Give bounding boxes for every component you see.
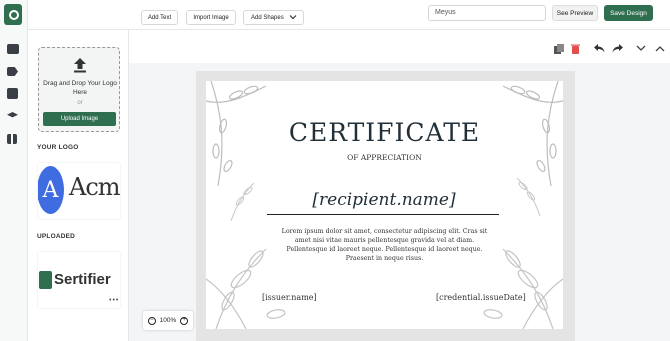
logo-drop-zone[interactable]: Drag and Drop Your Logo Here or Upload I…	[38, 47, 120, 132]
image-icon[interactable]	[7, 88, 18, 99]
body-line: amet nisi vitae mauris pellentesque grav…	[294, 237, 475, 244]
move-down-chevron-icon[interactable]	[635, 43, 646, 54]
recipient-underline	[267, 214, 499, 215]
drop-text: Drag and Drop Your Logo Here	[43, 80, 117, 96]
editor-toolbar	[129, 30, 670, 63]
issuer-name-field[interactable]: [issuer.name]	[262, 293, 317, 302]
floral-sprig-left-icon	[230, 182, 255, 221]
uploaded-heading: UPLOADED	[37, 233, 76, 240]
search-input[interactable]: Meyus	[428, 5, 546, 21]
body-line: Lorem ipsum dolor sit amet, consectetur …	[281, 228, 488, 235]
zoom-in-icon[interactable]: +	[180, 316, 189, 325]
chevron-down-icon	[289, 13, 297, 23]
zoom-level: 100%	[159, 317, 177, 324]
certificate-title[interactable]: CERTIFICATE	[206, 118, 563, 147]
upload-arrow-icon	[73, 57, 87, 75]
grid-icon[interactable]	[7, 134, 17, 144]
your-logo-card[interactable]: A Acme	[38, 163, 120, 219]
add-shapes-dropdown[interactable]: Add Shapes	[243, 10, 304, 25]
certificate-subtitle[interactable]: OF APPRECIATION	[206, 153, 563, 162]
layers-icon[interactable]	[7, 112, 18, 118]
move-up-chevron-icon[interactable]	[654, 43, 665, 54]
add-shapes-label: Add Shapes	[251, 14, 284, 21]
see-preview-button[interactable]: See Preview	[552, 5, 598, 21]
certificate-body-text[interactable]: Lorem ipsum dolor sit amet, consectetur …	[276, 227, 493, 263]
certificate-design[interactable]: CERTIFICATE OF APPRECIATION [recipient.n…	[206, 81, 563, 329]
delete-icon[interactable]	[570, 43, 581, 54]
recipient-name-field[interactable]: [recipient.name]	[271, 190, 497, 210]
tag-icon[interactable]	[7, 67, 18, 76]
duplicate-icon[interactable]	[553, 43, 564, 54]
save-design-button[interactable]: Save Design	[604, 5, 653, 21]
zoom-control: − 100% +	[143, 311, 193, 330]
or-text: or	[77, 100, 83, 106]
sertifier-logo-text: Sertifier	[54, 271, 111, 288]
upload-image-button[interactable]: Upload Image	[43, 112, 116, 126]
body-line: Praesent in neque risus.	[345, 255, 424, 262]
sertifier-logo-icon[interactable]	[4, 4, 22, 25]
redo-icon[interactable]	[612, 43, 623, 54]
uploaded-logo-card[interactable]: Sertifier •••	[38, 252, 120, 308]
acme-logo-mark: A	[38, 166, 64, 214]
certificate-icon[interactable]	[7, 44, 19, 54]
floral-sprig-right-icon	[516, 177, 541, 216]
add-text-button[interactable]: Add Text	[141, 10, 178, 25]
sertifier-mark-icon	[39, 271, 52, 289]
icon-rail	[0, 0, 28, 341]
credential-issue-date-field[interactable]: [credential.issueDate]	[436, 293, 526, 302]
import-image-button[interactable]: Import Image	[186, 10, 236, 25]
body-line: Pellentesque id laoreet neque. Pellentes…	[286, 246, 483, 253]
acme-logo-text: Acme	[69, 173, 120, 201]
zoom-out-icon[interactable]: −	[147, 316, 156, 325]
your-logo-heading: YOUR LOGO	[37, 144, 79, 151]
more-options-icon[interactable]: •••	[109, 297, 119, 304]
undo-icon[interactable]	[594, 43, 605, 54]
